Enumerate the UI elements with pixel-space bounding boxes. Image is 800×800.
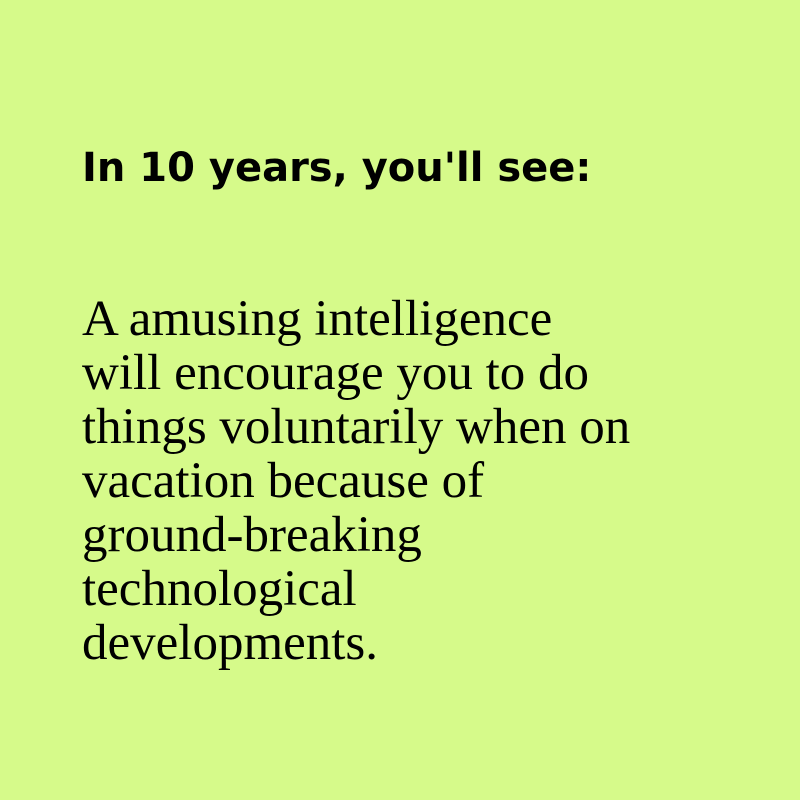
prediction-text: A amusing intelligence will encourage yo… (82, 292, 722, 670)
prediction-line: vacation because of (82, 453, 485, 509)
prediction-line: things voluntarily when on (82, 399, 631, 455)
prediction-line: will encourage you to do (82, 345, 590, 401)
prediction-line: technological (82, 561, 357, 617)
prediction-line: ground-breaking (82, 507, 422, 563)
prediction-line: developments. (82, 615, 379, 671)
prediction-card: In 10 years, you'll see: A amusing intel… (0, 0, 800, 800)
heading: In 10 years, you'll see: (82, 145, 592, 191)
prediction-line: A amusing intelligence (82, 291, 553, 347)
